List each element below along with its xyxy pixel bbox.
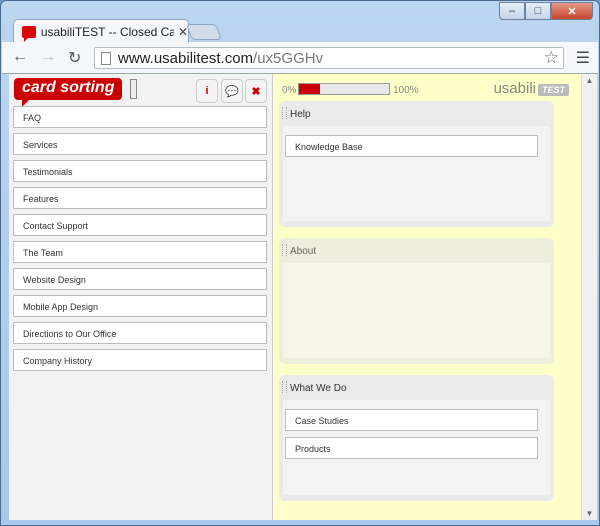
unsorted-card[interactable]: Website Design xyxy=(13,268,267,290)
unsorted-card[interactable]: Contact Support xyxy=(13,214,267,236)
sorted-card[interactable]: Products xyxy=(285,437,538,459)
category-box[interactable]: Help Knowledge Base xyxy=(279,101,554,227)
scroll-up-icon[interactable]: ▲ xyxy=(582,76,597,85)
usabilitest-logo: usabili TEST xyxy=(493,80,569,97)
tab-title: usabiliTEST -- Closed Card Sorting xyxy=(40,24,174,39)
reload-icon[interactable]: ↻ xyxy=(68,48,81,68)
page-icon xyxy=(101,51,111,65)
close-window-button[interactable]: ✕ xyxy=(551,2,593,20)
unsorted-card[interactable]: FAQ xyxy=(13,106,267,128)
card-sorting-logo: card sorting xyxy=(14,78,123,107)
logo-side-tag xyxy=(130,79,137,99)
unsorted-card[interactable]: Directions to Our Office xyxy=(13,322,267,344)
unsorted-card[interactable]: The Team xyxy=(13,241,267,263)
category-title[interactable]: What We Do xyxy=(279,375,554,400)
unsorted-panel: card sorting i 💬 ✖ FAQ Services Testimonia… xyxy=(9,74,273,520)
scroll-down-icon[interactable]: ▼ xyxy=(582,509,597,518)
forward-icon[interactable]: → xyxy=(40,48,56,66)
unsorted-card[interactable]: Mobile App Design xyxy=(13,295,267,317)
minimize-button[interactable]: – xyxy=(499,2,525,20)
scrollbar[interactable]: ▲ ▼ xyxy=(581,74,597,520)
category-title[interactable]: Help xyxy=(279,101,554,126)
category-drop-area[interactable] xyxy=(283,263,550,358)
progress-bar xyxy=(298,83,390,95)
speech-bubble-icon xyxy=(22,25,36,42)
new-tab-button[interactable] xyxy=(186,24,222,40)
bookmark-star-icon[interactable]: ☆ xyxy=(544,48,559,68)
sorted-card[interactable]: Knowledge Base xyxy=(285,135,538,157)
close-button[interactable]: ✖ xyxy=(245,79,267,103)
progress-end-label: 100% xyxy=(393,85,419,96)
url-path: /ux5GGHv xyxy=(253,49,324,67)
browser-window: –□✕ usabiliTEST -- Closed Card Sorting✕ … xyxy=(0,0,600,526)
progress-fill xyxy=(299,84,320,94)
url-host: www.usabilitest.com xyxy=(118,49,254,67)
categories-panel: 0% 100% usabili TEST Help Knowledge Base Ab… xyxy=(273,74,581,520)
category-box[interactable]: What We Do Case Studies Products xyxy=(279,375,554,501)
brand-text: usabili xyxy=(493,80,536,97)
category-title[interactable]: About xyxy=(279,238,554,263)
unsorted-card[interactable]: Features xyxy=(13,187,267,209)
unsorted-card[interactable]: Services xyxy=(13,133,267,155)
back-icon[interactable]: ← xyxy=(12,48,28,66)
comment-button[interactable]: 💬 xyxy=(221,79,243,103)
unsorted-card[interactable]: Company History xyxy=(13,349,267,371)
brand-badge: TEST xyxy=(537,84,569,96)
sorted-card[interactable]: Case Studies xyxy=(285,409,538,431)
unsorted-card[interactable]: Testimonials xyxy=(13,160,267,182)
category-box[interactable]: About xyxy=(279,238,554,364)
progress-start-label: 0% xyxy=(282,85,297,96)
browser-tab[interactable]: usabiliTEST -- Closed Card Sorting✕ xyxy=(13,19,189,43)
menu-icon[interactable]: ☰ xyxy=(576,48,590,68)
info-button[interactable]: i xyxy=(196,79,218,103)
maximize-button[interactable]: □ xyxy=(525,2,551,20)
address-bar[interactable]: www.usabilitest.com/ux5GGHv ☆ xyxy=(94,47,564,69)
